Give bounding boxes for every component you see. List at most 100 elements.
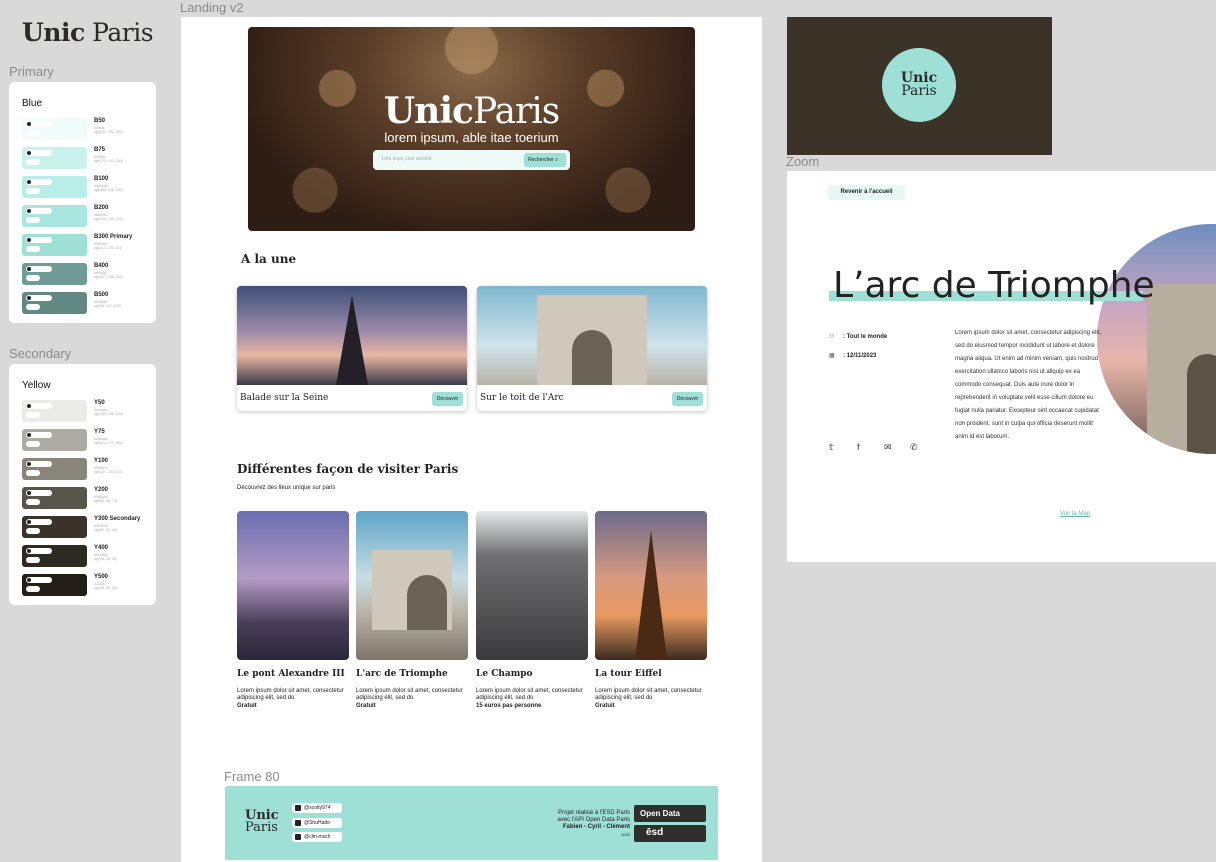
color-swatch — [22, 400, 87, 422]
color-swatch-row: Y75 #adaba4 rgb(173, 171, 164) — [22, 429, 147, 451]
color-swatch — [22, 574, 87, 596]
primary-palette-card: Blue B50 #f0fcfa rgb(240, 252, 250) B75 #c9f… — [9, 82, 156, 323]
contrast-pill — [26, 295, 52, 301]
color-swatch — [22, 487, 87, 509]
discover-button[interactable]: Découvrir — [432, 392, 463, 406]
search-button[interactable]: Rechercher ⌕ — [524, 153, 566, 167]
github-link[interactable]: @clm-msch — [292, 832, 342, 842]
hero-search-bar[interactable]: Une expo, une activité Rechercher ⌕ — [373, 150, 570, 170]
swatch-hex: #3b3328 rgb(57, 51, 40) — [94, 524, 117, 532]
swatch-name: B300 Primary — [94, 234, 133, 240]
mail-icon[interactable]: ✉ — [884, 442, 892, 453]
color-swatch — [22, 516, 87, 538]
contrast-pill — [26, 304, 40, 310]
audience-info: ⚇: Tout le monde — [829, 334, 888, 340]
detail-page: Revenir à l'accueil L’arc de Triomphe ⚇:… — [787, 171, 1216, 562]
place-price: Gratuit — [237, 703, 257, 709]
contrast-pill — [26, 519, 52, 525]
primary-label: Primary — [9, 64, 54, 79]
brand-logo: Unic Paris — [22, 18, 154, 47]
color-swatch — [22, 458, 87, 480]
palette-title: Blue — [22, 98, 43, 109]
contrast-pill — [26, 188, 40, 194]
contrast-pill — [26, 403, 52, 409]
esd-logo[interactable]: ēsd — [634, 825, 706, 842]
map-link[interactable]: Voir la Map — [1060, 511, 1090, 517]
place-image[interactable] — [356, 511, 468, 660]
contrast-pill — [26, 159, 40, 165]
color-swatch-row: B50 #f0fcfa rgb(240, 252, 250) — [22, 118, 147, 140]
contrast-pill — [26, 528, 40, 534]
place-image[interactable] — [237, 511, 349, 660]
brand-badge: Unic Paris — [885, 51, 953, 119]
contrast-pill — [26, 246, 40, 252]
swatch-name: Y200 — [94, 487, 109, 493]
facebook-icon[interactable]: f — [857, 442, 860, 452]
github-link[interactable]: @ShuHado — [292, 818, 342, 828]
color-swatch — [22, 118, 87, 140]
contrast-pill — [26, 130, 40, 136]
github-link[interactable]: @scotty974 — [292, 803, 342, 813]
swatch-hex: #898579 rgb(137, 133, 121) — [94, 466, 123, 474]
page-title: L’arc de Triomphe — [833, 265, 1155, 306]
contrast-pill — [26, 470, 40, 476]
color-swatch-row: B100 #b2eee8 rgb(156, 236, 230) — [22, 176, 147, 198]
swatch-name: B50 — [94, 118, 106, 124]
back-home-button[interactable]: Revenir à l'accueil — [828, 185, 905, 200]
contrast-pill — [26, 548, 52, 554]
color-swatch-row: B75 #c9f2ec rgb(173, 242, 236) — [22, 147, 147, 169]
palette-title: Yellow — [22, 380, 51, 391]
discover-button[interactable]: Découvrir — [672, 392, 703, 406]
card-label: Sur le toit de l'Arc — [480, 393, 564, 403]
frame80-label: Frame 80 — [224, 769, 280, 784]
site-footer: Unic Paris @scotty974 @ShuHado @clm-msch … — [225, 786, 718, 860]
twitter-icon[interactable]: 𝕥 — [829, 442, 833, 453]
place-description: Lorem ipsum dolor sit amet, consectetur … — [476, 688, 583, 701]
card-image — [477, 286, 707, 385]
swatch-name: Y400 — [94, 545, 109, 551]
contrast-pill — [26, 179, 52, 185]
contrast-pill — [26, 208, 52, 214]
place-title: Le Champo — [476, 669, 533, 679]
landing-label: Landing v2 — [180, 0, 244, 15]
swatch-hex: #6f9c96 rgb(107, 158, 152) — [94, 271, 123, 279]
card-label: Balade sur la Seine — [240, 393, 329, 403]
section-title-a-la-une: A la une — [241, 252, 297, 266]
color-swatch — [22, 292, 87, 314]
place-title: La tour Eiffel — [595, 669, 662, 679]
color-swatch-row: B300 Primary #9fe0d6 rgb(113, 225, 211) — [22, 234, 147, 256]
place-image[interactable] — [476, 511, 588, 660]
color-swatch-row: B200 #a8e9e2 rgb(140, 230, 223) — [22, 205, 147, 227]
color-swatch — [22, 545, 87, 567]
color-swatch — [22, 205, 87, 227]
color-swatch-row: B500 #618882 rgb(96, 137, 130) — [22, 292, 147, 314]
place-image[interactable] — [595, 511, 707, 660]
swatch-hex: #5a554a rgb(90, 85, 74) — [94, 495, 117, 503]
featured-card[interactable]: Sur le toit de l'Arc Découvrir — [477, 286, 707, 411]
open-data-paris-logo[interactable]: Open Data — [634, 805, 706, 822]
featured-card[interactable]: Balade sur la Seine Découvrir — [237, 286, 467, 411]
place-description: Lorem ipsum dolor sit amet, consectetur … — [237, 688, 344, 701]
color-swatch — [22, 147, 87, 169]
section-title-ways: Différentes façon de visiter Paris — [237, 462, 459, 476]
swatch-name: B75 — [94, 147, 106, 153]
calendar-icon: ▦ — [829, 353, 835, 359]
color-swatch-row: Y100 #898579 rgb(137, 133, 121) — [22, 458, 147, 480]
swatch-hex: #adaba4 rgb(173, 171, 164) — [94, 437, 123, 445]
contrast-pill — [26, 586, 40, 592]
description-text: Lorem ipsum dolor sit amet, consectetur … — [955, 330, 1102, 440]
contrast-pill — [26, 237, 52, 243]
contrast-pill — [26, 577, 52, 583]
swatch-name: Y100 — [94, 458, 109, 464]
monument-image — [1097, 224, 1216, 454]
color-swatch — [22, 234, 87, 256]
swatch-name: Y75 — [94, 429, 105, 435]
contrast-pill — [26, 150, 52, 156]
swatch-hex: #2e2a21 rgb(46, 40, 33) — [94, 553, 117, 561]
color-swatch-row: B400 #6f9c96 rgb(107, 158, 152) — [22, 263, 147, 285]
swatch-hex: #9fe0d6 rgb(113, 225, 211) — [94, 242, 123, 250]
color-swatch — [22, 429, 87, 451]
swatch-name: B200 — [94, 205, 109, 211]
search-input[interactable]: Une expo, une activité — [382, 156, 431, 162]
phone-icon[interactable]: ✆ — [910, 442, 918, 453]
